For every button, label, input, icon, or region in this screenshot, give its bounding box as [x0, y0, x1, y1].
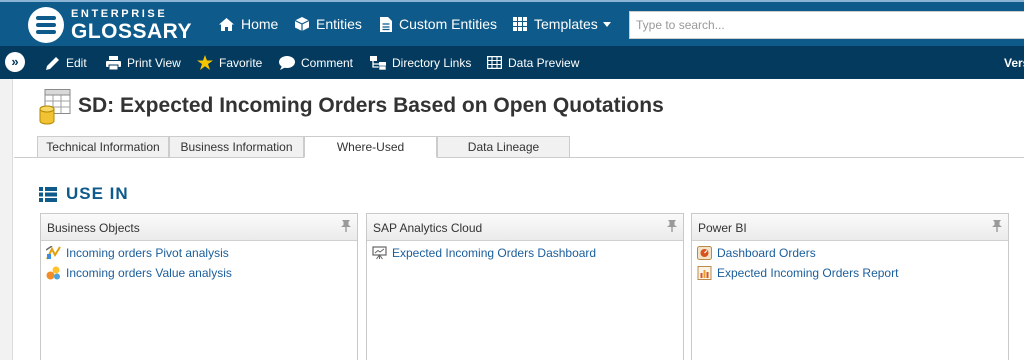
top-navbar: ENTERPRISE GLOSSARY Home Entities Custom…	[0, 0, 1024, 46]
panel-title: Business Objects	[47, 221, 140, 235]
list-item[interactable]: Incoming orders Pivot analysis	[46, 246, 229, 260]
nav-entities[interactable]: Entities	[295, 2, 362, 46]
use-in-section-header: USE IN	[39, 184, 129, 204]
value-analysis-icon	[46, 266, 60, 280]
directory-links-button[interactable]: Directory Links	[370, 46, 471, 79]
star-icon	[197, 55, 213, 70]
edit-button[interactable]: Edit	[46, 46, 87, 79]
table-database-icon	[39, 89, 71, 130]
list-item-label: Expected Incoming Orders Dashboard	[392, 246, 597, 260]
nav-custom-entities-label: Custom Entities	[399, 16, 498, 32]
tab-business-information[interactable]: Business Information	[169, 136, 304, 158]
nav-home-label: Home	[241, 16, 279, 32]
page-title: SD: Expected Incoming Orders Based on Op…	[78, 94, 664, 117]
document-icon	[380, 16, 392, 32]
list-item-label: Dashboard Orders	[717, 246, 816, 260]
left-gutter	[0, 79, 13, 360]
dashboard-icon	[697, 246, 712, 260]
panel-header: SAP Analytics Cloud	[367, 214, 683, 241]
comment-icon	[279, 55, 295, 70]
nav-custom-entities[interactable]: Custom Entities	[380, 2, 497, 46]
nav-home[interactable]: Home	[219, 2, 278, 46]
panel-header: Power BI	[692, 214, 1008, 241]
directory-links-label: Directory Links	[392, 55, 472, 70]
list-item-label: Incoming orders Pivot analysis	[66, 246, 229, 260]
grid-icon	[513, 17, 527, 31]
pivot-analysis-icon	[46, 246, 61, 260]
logo-icon	[28, 7, 64, 43]
nav-templates-label: Templates	[534, 16, 598, 32]
version-label[interactable]: Vers	[1004, 46, 1024, 79]
cube-icon	[295, 17, 309, 31]
print-view-label: Print View	[127, 55, 181, 70]
favorite-button[interactable]: Favorite	[197, 46, 262, 79]
print-view-button[interactable]: Print View	[106, 46, 181, 79]
panel-header: Business Objects	[41, 214, 357, 241]
tab-where-used[interactable]: Where-Used	[304, 136, 437, 158]
pin-icon[interactable]	[341, 220, 351, 232]
table-icon	[487, 56, 502, 69]
list-item[interactable]: Expected Incoming Orders Report	[697, 266, 898, 280]
list-item-label: Expected Incoming Orders Report	[717, 266, 899, 280]
data-preview-label: Data Preview	[508, 55, 580, 70]
nav-templates[interactable]: Templates	[513, 2, 611, 46]
section-title: USE IN	[66, 184, 129, 203]
home-icon	[219, 17, 234, 31]
nav-entities-label: Entities	[316, 16, 362, 32]
caret-down-icon	[602, 21, 611, 27]
list-item[interactable]: Dashboard Orders	[697, 246, 816, 260]
edit-label: Edit	[66, 55, 87, 70]
list-icon	[39, 186, 57, 202]
favorite-label: Favorite	[219, 55, 263, 70]
search-input[interactable]	[629, 11, 1024, 39]
panel-business-objects: Business Objects Incoming orders Pivot a…	[40, 213, 358, 360]
list-item-label: Incoming orders Value analysis	[66, 266, 232, 280]
list-item[interactable]: Expected Incoming Orders Dashboard	[372, 246, 596, 260]
presentation-icon	[372, 246, 387, 260]
pencil-icon	[46, 56, 59, 70]
pin-icon[interactable]	[667, 220, 677, 232]
panel-title: SAP Analytics Cloud	[373, 221, 483, 235]
comment-button[interactable]: Comment	[279, 46, 353, 79]
printer-icon	[106, 55, 121, 70]
panel-power-bi: Power BI Dashboard Orders Expected Incom…	[691, 213, 1009, 360]
logo-line-2: GLOSSARY	[71, 19, 193, 43]
tab-technical-information[interactable]: Technical Information	[37, 136, 169, 158]
panel-sap-analytics-cloud: SAP Analytics Cloud Expected Incoming Or…	[366, 213, 684, 360]
list-item[interactable]: Incoming orders Value analysis	[46, 266, 232, 280]
app-logo[interactable]: ENTERPRISE GLOSSARY	[28, 6, 192, 44]
report-icon	[697, 266, 712, 280]
pin-icon[interactable]	[992, 220, 1002, 232]
data-preview-button[interactable]: Data Preview	[487, 46, 579, 79]
panel-title: Power BI	[698, 221, 747, 235]
logo-line-1: ENTERPRISE	[71, 7, 168, 20]
sitemap-icon	[370, 55, 386, 70]
tab-data-lineage[interactable]: Data Lineage	[437, 136, 570, 158]
sidebar-toggle-button[interactable]: »	[5, 52, 25, 72]
action-toolbar: » Edit Print View Favorite Comment Direc…	[0, 46, 1024, 79]
comment-label: Comment	[301, 55, 354, 70]
